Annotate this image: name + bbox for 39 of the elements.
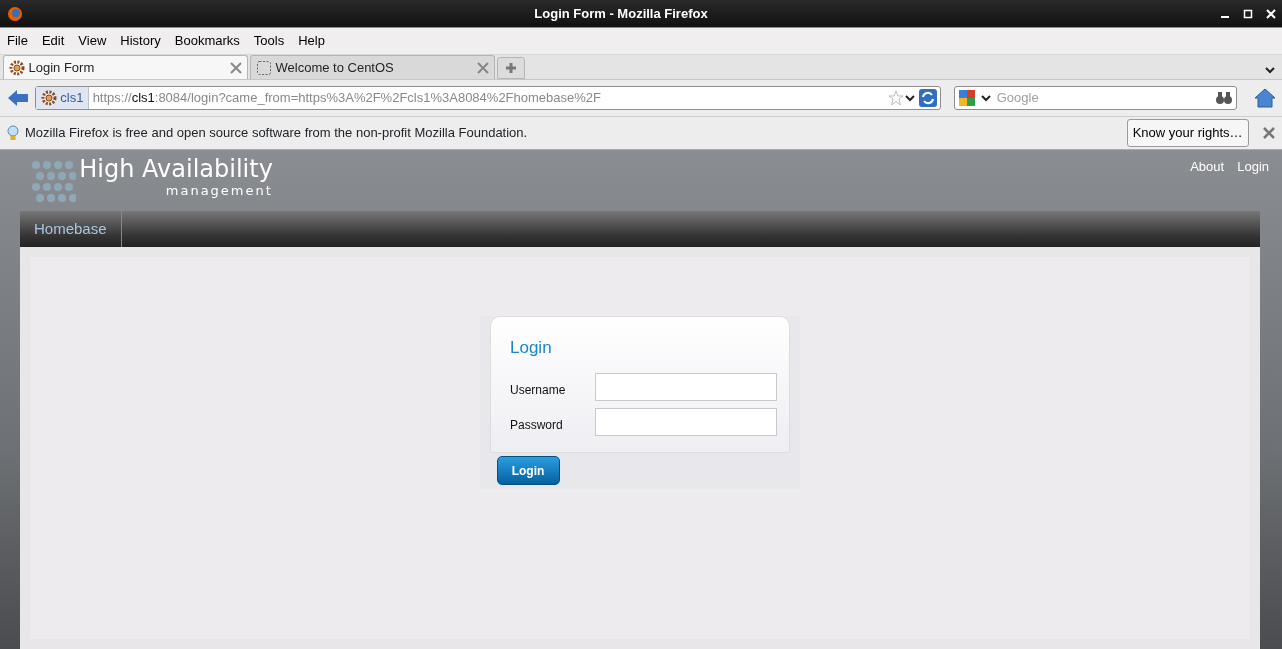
know-your-rights-button[interactable]: Know your rights… — [1126, 119, 1249, 147]
back-arrow-icon[interactable] — [6, 88, 29, 108]
login-heading: Login — [510, 336, 553, 359]
login-button[interactable]: Login — [496, 456, 560, 486]
site-identity-button[interactable]: cls1 — [36, 87, 90, 109]
menu-item[interactable]: History — [113, 31, 168, 51]
chevron-down-icon[interactable] — [903, 92, 916, 104]
gear-icon — [41, 90, 57, 106]
firefox-logo-icon — [6, 5, 23, 22]
input-field[interactable] — [595, 373, 777, 401]
field-label: Username — [510, 382, 567, 400]
plus-icon — [505, 62, 518, 74]
gear-icon — [9, 59, 26, 76]
star-icon[interactable] — [887, 90, 904, 106]
reload-icon[interactable] — [918, 89, 937, 107]
menu-item[interactable]: View — [71, 31, 114, 51]
field-label: Password — [510, 416, 564, 434]
notification-message: Mozilla Firefox is free and open source software from the non-profit Mozilla Foundation. — [25, 124, 529, 143]
maximize-icon[interactable] — [1242, 8, 1253, 19]
home-icon[interactable] — [1253, 88, 1276, 108]
menu-item[interactable]: File — [0, 31, 35, 51]
browser-tab[interactable]: Login Form — [3, 55, 249, 79]
lightbulb-icon — [6, 125, 19, 141]
blank-page-icon — [256, 59, 273, 76]
browser-tab[interactable]: Welcome to CentOS — [250, 55, 496, 79]
chevron-down-icon[interactable] — [979, 92, 992, 104]
search-bar[interactable]: Google — [954, 86, 1237, 110]
new-tab-button[interactable] — [497, 57, 526, 79]
binoculars-icon[interactable] — [1214, 90, 1233, 106]
logo-subtitle: management — [165, 182, 273, 200]
input-field[interactable] — [595, 407, 777, 436]
menu-item[interactable]: Tools — [246, 31, 292, 51]
menu-item[interactable]: Help — [291, 31, 332, 51]
address-field[interactable]: cls1 https://cls1:8084/login?came_from=https%3A%2F%2Fcls1%3A8084%2Fhomebase%2F — [35, 86, 941, 110]
menu-item[interactable]: Edit — [34, 31, 72, 51]
search-engine-icon[interactable] — [958, 89, 977, 107]
window-title: Login Form - Mozilla Firefox — [533, 4, 709, 23]
menu-item[interactable]: Bookmarks — [167, 31, 247, 51]
logo-title: High Availability — [79, 156, 273, 181]
